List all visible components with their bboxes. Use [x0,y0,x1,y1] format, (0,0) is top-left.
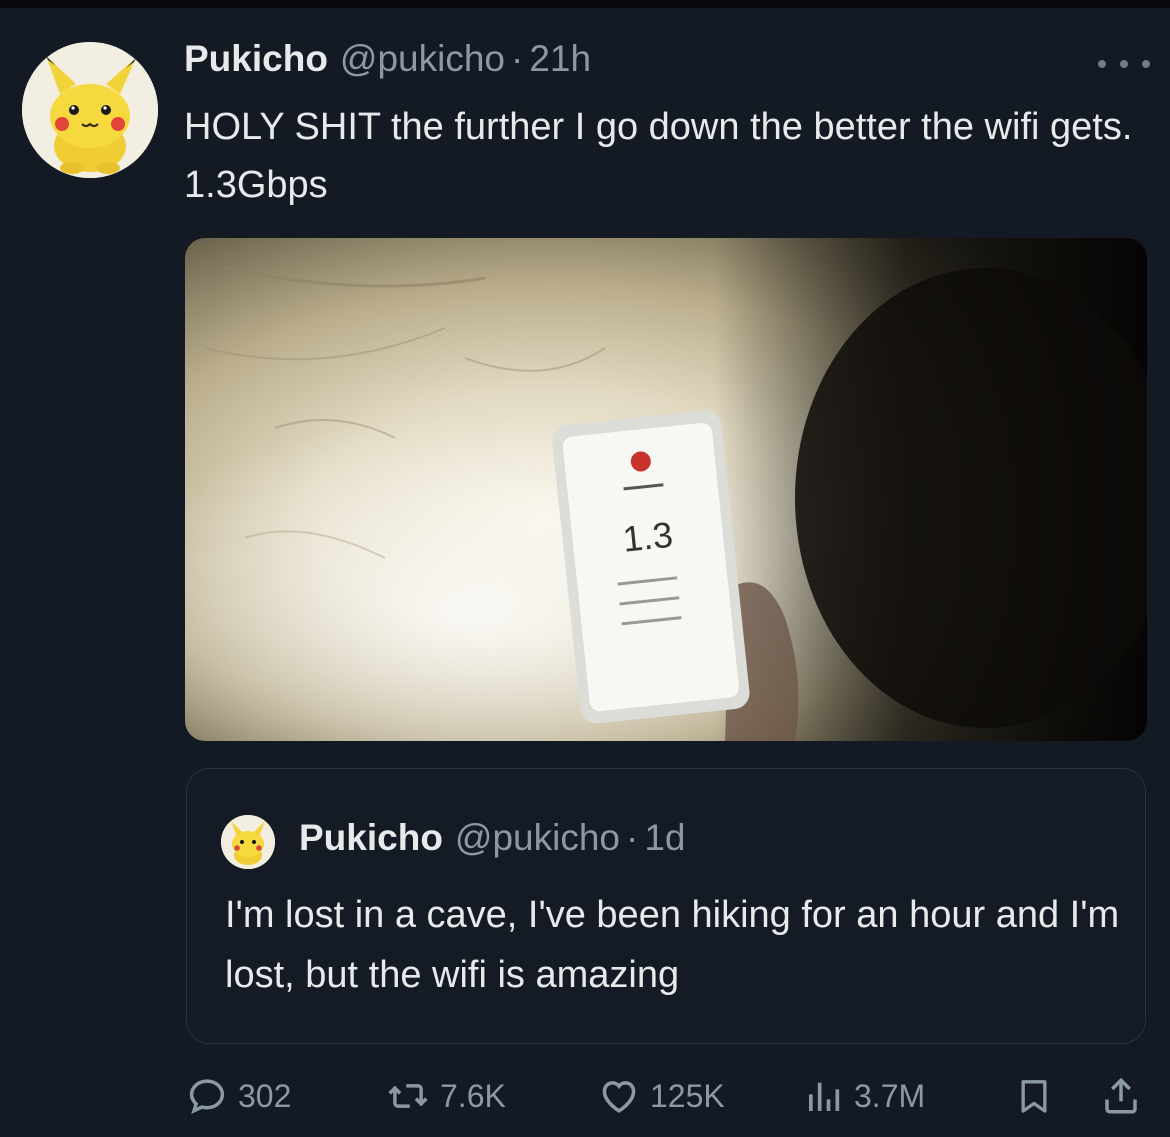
quoted-tweet-timestamp[interactable]: 1d [644,817,685,859]
pikachu-plush-avatar-icon [22,42,158,178]
tweet-text: HOLY SHIT the further I go down the bett… [184,106,1133,206]
views-chart-icon [809,1082,840,1111]
quoted-author-handle[interactable]: @pukicho [455,817,620,859]
reply-button[interactable]: 302 [186,1068,291,1124]
reply-icon [189,1079,225,1114]
quoted-tweet-header: Pukicho @pukicho · 1d [299,817,686,859]
author-avatar[interactable] [22,42,158,178]
tweet-header: Pukicho @pukicho · 21h [184,38,591,88]
views-count: 3.7M [854,1077,926,1114]
more-dot [1142,60,1150,68]
bookmark-button[interactable] [1014,1068,1054,1124]
share-button[interactable] [1100,1068,1142,1124]
more-dots-icon[interactable] [1098,58,1150,70]
like-button[interactable]: 125K [598,1068,725,1124]
header-separator: · [511,38,524,79]
share-icon [1105,1077,1137,1114]
like-count: 125K [650,1077,725,1114]
bookmark-icon [1021,1080,1047,1113]
more-dot [1098,60,1106,68]
quoted-header-separator: · [626,817,639,858]
quoted-tweet[interactable]: Pukicho @pukicho · 1d I'm lost in a cave… [186,768,1146,1044]
quoted-author-avatar[interactable] [221,815,275,869]
heart-icon [602,1081,636,1113]
retweet-icon [388,1084,428,1108]
top-edge [0,0,1170,8]
author-name[interactable]: Pukicho [184,38,328,80]
tweet-timestamp[interactable]: 21h [529,38,591,80]
retweet-count: 7.6K [440,1077,506,1114]
cave-phone-photo: 1.3 [185,238,1147,741]
tweet-media-image[interactable]: 1.3 [185,238,1147,741]
quoted-tweet-text: I'm lost in a cave, I've been hiking for… [225,894,1120,996]
pikachu-plush-avatar-icon [221,815,275,869]
views-button[interactable]: 3.7M [804,1068,925,1124]
tweet-action-bar: 302 7.6K 125K 3.7M [186,1068,1150,1124]
quoted-author-name[interactable]: Pukicho [299,817,443,859]
reply-count: 302 [238,1077,292,1114]
retweet-button[interactable]: 7.6K [386,1068,506,1124]
more-dot [1120,60,1128,68]
author-handle[interactable]: @pukicho [340,38,505,80]
phone-speed-value: 1.3 [621,514,675,560]
